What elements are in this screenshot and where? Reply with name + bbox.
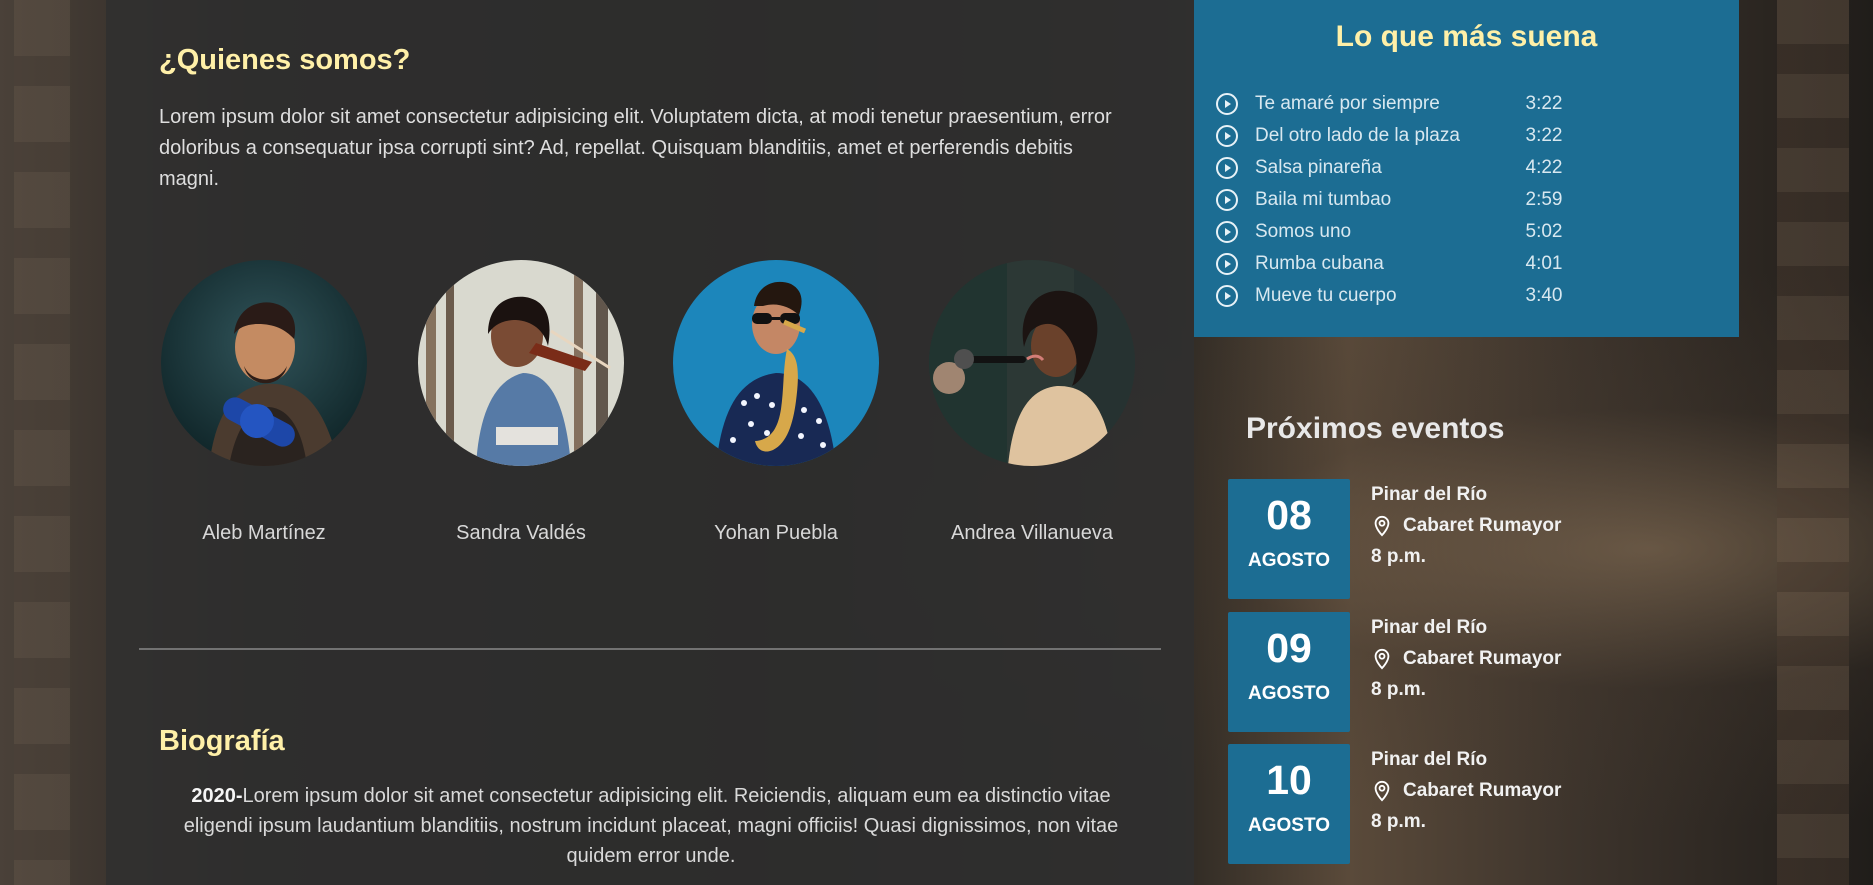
violinist-avatar (418, 260, 624, 466)
track-title: Te amaré por siempre (1255, 93, 1440, 114)
biography-text: 2020-Lorem ipsum dolor sit amet consecte… (176, 781, 1126, 871)
event-info: Pinar del Río Cabaret Rumayor 8 p.m. (1371, 479, 1631, 572)
track-row[interactable]: Rumba cubana 4:01 (1215, 248, 1565, 280)
page-root: ¿Quienes somos? Lorem ipsum dolor sit am… (0, 0, 1873, 885)
member-card: Sandra Valdés (418, 260, 624, 544)
location-pin-icon (1371, 779, 1393, 803)
play-circle-icon[interactable] (1215, 220, 1239, 244)
about-title: ¿Quienes somos? (159, 44, 411, 76)
event-info: Pinar del Río Cabaret Rumayor 8 p.m. (1371, 612, 1631, 705)
event-date-badge: 10 AGOSTO (1228, 744, 1350, 864)
track-time: 4:22 (1525, 157, 1563, 178)
top-tracks-panel: Lo que más suena Te amaré por siempre 3:… (1194, 0, 1739, 337)
member-card: Aleb Martínez (161, 260, 367, 544)
track-title: Mueve tu cuerpo (1255, 285, 1397, 306)
track-time: 2:59 (1525, 189, 1563, 210)
event-city: Pinar del Río (1371, 749, 1488, 770)
track-title: Salsa pinareña (1255, 157, 1382, 178)
track-row[interactable]: Te amaré por siempre 3:22 (1215, 88, 1565, 120)
event-time: 8 p.m. (1371, 811, 1426, 832)
event-row: 10 AGOSTO Pinar del Río Cabaret Rumayor … (1228, 744, 1648, 866)
track-row[interactable]: Somos uno 5:02 (1215, 216, 1565, 248)
play-circle-icon[interactable] (1215, 252, 1239, 276)
track-row[interactable]: Del otro lado de la plaza 3:22 (1215, 120, 1565, 152)
guitarist-avatar (161, 260, 367, 466)
event-city: Pinar del Río (1371, 617, 1488, 638)
background-building-left (14, 0, 70, 885)
member-card: Yohan Puebla (673, 260, 879, 544)
background-building-right (1777, 0, 1849, 885)
event-venue-line: Cabaret Rumayor (1371, 510, 1631, 541)
about-text: Lorem ipsum dolor sit amet consectetur a… (159, 106, 1112, 190)
event-date-badge: 09 AGOSTO (1228, 612, 1350, 732)
member-card: Andrea Villanueva (929, 260, 1135, 544)
member-name: Aleb Martínez (202, 522, 326, 544)
event-day: 10 (1266, 757, 1312, 803)
event-info: Pinar del Río Cabaret Rumayor 8 p.m. (1371, 744, 1631, 837)
event-day: 08 (1266, 492, 1312, 538)
event-row: 09 AGOSTO Pinar del Río Cabaret Rumayor … (1228, 612, 1648, 734)
track-time: 3:40 (1525, 285, 1563, 306)
event-venue-line: Cabaret Rumayor (1371, 643, 1631, 674)
track-title: Somos uno (1255, 221, 1352, 242)
track-title: Del otro lado de la plaza (1255, 125, 1460, 146)
event-venue: Cabaret Rumayor (1403, 648, 1562, 669)
main-content-panel: ¿Quienes somos? Lorem ipsum dolor sit am… (106, 0, 1194, 885)
track-time: 4:01 (1525, 253, 1563, 274)
track-time: 3:22 (1525, 125, 1563, 146)
upcoming-events-title: Próximos eventos (1246, 412, 1505, 445)
event-time: 8 p.m. (1371, 546, 1426, 567)
event-month: AGOSTO (1248, 550, 1330, 571)
event-month: AGOSTO (1248, 683, 1330, 704)
biography-body: Lorem ipsum dolor sit amet consectetur a… (183, 785, 1119, 867)
track-time: 3:22 (1525, 93, 1563, 114)
event-day: 09 (1266, 625, 1312, 671)
track-title: Baila mi tumbao (1255, 189, 1392, 210)
member-name: Yohan Puebla (714, 522, 838, 544)
play-circle-icon[interactable] (1215, 124, 1239, 148)
top-tracks-title: Lo que más suena (1335, 20, 1598, 53)
track-title: Rumba cubana (1255, 253, 1384, 274)
event-time: 8 p.m. (1371, 679, 1426, 700)
event-venue-line: Cabaret Rumayor (1371, 775, 1631, 806)
biography-title: Biografía (159, 725, 285, 757)
track-list: Te amaré por siempre 3:22 Del otro lado … (1215, 88, 1565, 312)
singer-avatar (929, 260, 1135, 466)
members-grid: Aleb Martínez Sandra Valdés Yohan Puebla… (161, 260, 1181, 560)
sidebar-panel: Lo que más suena Te amaré por siempre 3:… (1194, 0, 1739, 885)
member-name: Sandra Valdés (456, 522, 586, 544)
event-venue: Cabaret Rumayor (1403, 515, 1562, 536)
event-row: 08 AGOSTO Pinar del Río Cabaret Rumayor … (1228, 479, 1648, 601)
event-month: AGOSTO (1248, 815, 1330, 836)
event-city: Pinar del Río (1371, 484, 1488, 505)
play-circle-icon[interactable] (1215, 188, 1239, 212)
play-circle-icon[interactable] (1215, 156, 1239, 180)
track-row[interactable]: Salsa pinareña 4:22 (1215, 152, 1565, 184)
play-circle-icon[interactable] (1215, 284, 1239, 308)
biography-year: 2020- (191, 785, 243, 807)
event-date-badge: 08 AGOSTO (1228, 479, 1350, 599)
play-circle-icon[interactable] (1215, 92, 1239, 116)
location-pin-icon (1371, 647, 1393, 671)
location-pin-icon (1371, 514, 1393, 538)
track-row[interactable]: Baila mi tumbao 2:59 (1215, 184, 1565, 216)
track-row[interactable]: Mueve tu cuerpo 3:40 (1215, 280, 1565, 312)
section-divider (139, 648, 1161, 650)
track-time: 5:02 (1525, 221, 1563, 242)
saxophonist-avatar (673, 260, 879, 466)
member-name: Andrea Villanueva (951, 522, 1113, 544)
event-venue: Cabaret Rumayor (1403, 780, 1562, 801)
